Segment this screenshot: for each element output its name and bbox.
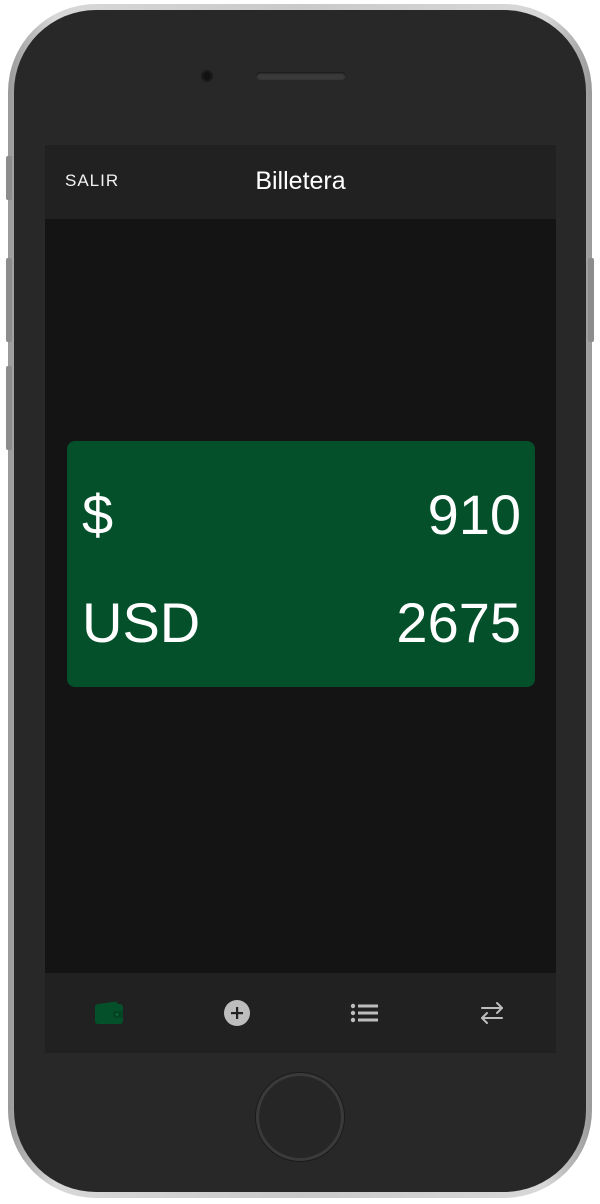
balance-row-pesos: $ 910 [82, 480, 521, 550]
side-button-volume-down [6, 366, 12, 450]
page-title: Billetera [255, 167, 346, 195]
balance-amount: 910 [427, 483, 521, 546]
balance-card: $ 910 USD 2675 [67, 441, 535, 687]
side-button-volume-up [6, 258, 12, 342]
wallet-icon [94, 1001, 123, 1024]
swap-arrows-icon [480, 1002, 503, 1024]
app-screen: SALIR Billetera $ 910 USD 2675 [45, 145, 556, 1053]
add-circle-icon [223, 1000, 250, 1026]
earpiece-speaker [256, 72, 346, 80]
list-icon [350, 1003, 378, 1023]
side-button-power [588, 258, 594, 342]
balance-row-usd: USD 2675 [82, 588, 521, 658]
currency-symbol: USD [82, 591, 201, 654]
nav-item-add[interactable] [173, 973, 300, 1053]
nav-item-transfer[interactable] [428, 973, 555, 1053]
app-bar: SALIR Billetera [45, 145, 556, 219]
nav-item-wallet[interactable] [45, 973, 172, 1053]
front-camera [201, 70, 213, 82]
bottom-navigation [45, 973, 556, 1053]
currency-symbol: $ [82, 483, 114, 546]
balance-amount: 2675 [396, 591, 521, 654]
nav-item-list[interactable] [301, 973, 428, 1053]
side-button-mute [6, 156, 12, 200]
home-button[interactable] [256, 1073, 344, 1161]
